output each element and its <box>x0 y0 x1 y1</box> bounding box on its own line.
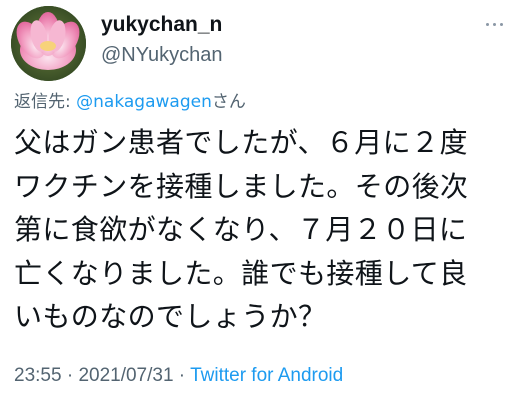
tweet-meta: 23:55 · 2021/07/31 · Twitter for Android <box>14 364 343 388</box>
tweet-text-line: いものなのでしょうか？ <box>14 300 327 333</box>
tweet-text: 父はガン患者でしたが、６月に２度 ワクチンを接種しました。その後次 第に食欲がな… <box>14 121 514 339</box>
reply-suffix: さん <box>211 92 246 112</box>
more-dot <box>492 22 496 26</box>
reply-mention-link[interactable]: @nakagawagen <box>76 92 212 112</box>
reply-prefix: 返信先: <box>14 92 77 112</box>
more-options-icon[interactable] <box>479 16 509 32</box>
tweet-time[interactable]: 23:55 <box>14 365 62 386</box>
more-dot <box>499 22 503 26</box>
meta-separator: · <box>61 365 79 386</box>
user-block: yukychan_n @NYukychan <box>101 12 222 68</box>
tweet-text-line: 父はガン患者でしたが、６月に２度 <box>14 126 468 159</box>
meta-separator: · <box>173 365 191 386</box>
tweet-text-line: 亡くなりました。誰でも接種して良 <box>14 256 468 290</box>
lotus-flower-icon <box>11 6 86 81</box>
reply-to-line: 返信先: @nakagawagenさん <box>14 91 246 113</box>
tweet-text-line: 第に食欲がなくなり、７月２０日に <box>14 213 468 246</box>
more-dot <box>485 22 489 26</box>
tweet: yukychan_n @NYukychan 返信先: @nakagawagenさ… <box>0 0 523 401</box>
tweet-text-line: ワクチンを接種しました。その後次 <box>14 169 469 203</box>
display-name[interactable]: yukychan_n <box>101 12 222 38</box>
user-handle[interactable]: @NYukychan <box>101 42 222 68</box>
avatar[interactable] <box>11 6 86 81</box>
tweet-source-link[interactable]: Twitter for Android <box>190 365 343 386</box>
tweet-date[interactable]: 2021/07/31 <box>78 365 173 386</box>
